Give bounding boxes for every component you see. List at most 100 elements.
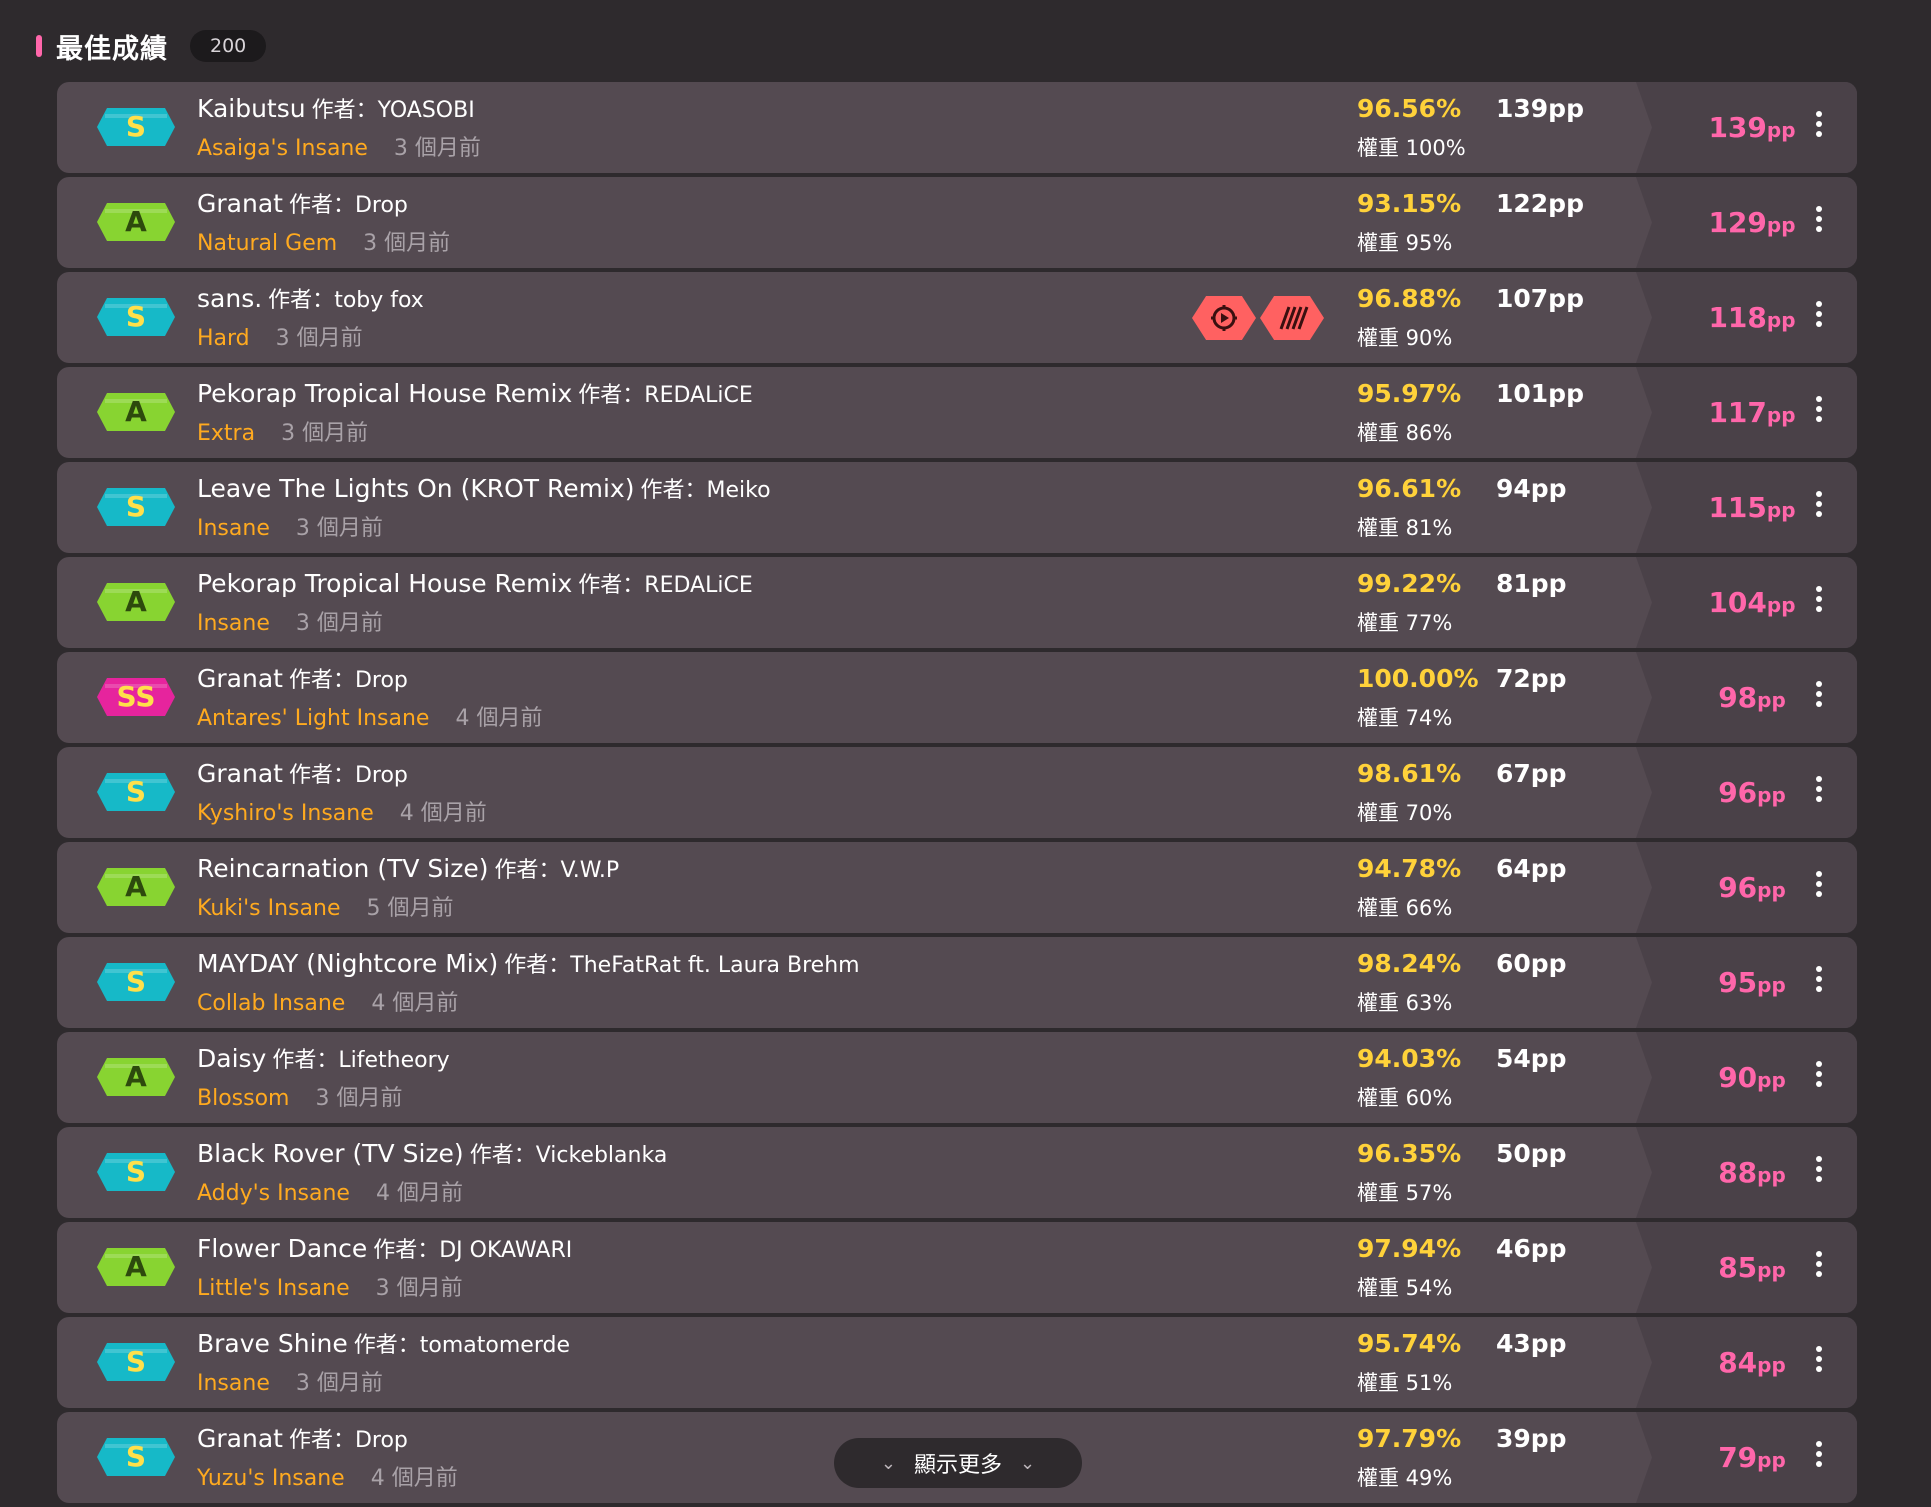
score-row[interactable]: S MAYDAY (Nightcore Mix) 作者：TheFatRat ft. … — [57, 937, 1857, 1028]
score-meta: Extra 3 個月前 — [197, 415, 368, 447]
pp-value: 115pp — [1697, 462, 1807, 553]
song-title-line[interactable]: Granat 作者：Drop — [197, 662, 408, 694]
score-meta: Insane 3 個月前 — [197, 605, 383, 637]
score-row[interactable]: A Reincarnation (TV Size) 作者：V.W.P Kuki's I… — [57, 842, 1857, 933]
difficulty-name: Natural Gem — [197, 231, 338, 256]
pp-number: 129 — [1708, 206, 1767, 239]
score-row[interactable]: Ssans. 作者：toby fox Hard 3 個月前 96.88% 權重 90% 10… — [57, 272, 1857, 363]
raw-pp: 72pp — [1496, 664, 1567, 693]
more-options-icon[interactable] — [1809, 298, 1829, 338]
grade-badge: A — [97, 203, 175, 241]
grade-badge: A — [97, 1248, 175, 1286]
song-title-line[interactable]: Pekorap Tropical House Remix 作者：REDALiCE — [197, 567, 753, 599]
song-artist: Drop — [354, 668, 408, 693]
more-options-icon[interactable] — [1809, 583, 1829, 623]
grade-badge: S — [97, 488, 175, 526]
song-artist: Drop — [354, 1428, 408, 1453]
score-row[interactable]: S Brave Shine 作者：tomatomerde Insane 3 個月前 95.… — [57, 1317, 1857, 1408]
song-title: Granat — [197, 1424, 283, 1453]
more-options-icon[interactable] — [1809, 1058, 1829, 1098]
time-ago: 5 個月前 — [366, 896, 454, 921]
song-title-line[interactable]: Flower Dance 作者：DJ OKAWARI — [197, 1232, 572, 1264]
more-options-icon[interactable] — [1809, 868, 1829, 908]
song-artist: YOASOBI — [377, 98, 475, 123]
song-title-line[interactable]: Granat 作者：Drop — [197, 187, 408, 219]
show-more-label: 顯示更多 — [913, 1453, 1002, 1478]
score-row[interactable]: A Granat 作者：Drop Natural Gem 3 個月前 93.15% 權重 9… — [57, 177, 1857, 268]
score-row[interactable]: SS Granat 作者：Drop Antares' Light Insane 4 個月… — [57, 652, 1857, 743]
song-title-line[interactable]: Granat 作者：Drop — [197, 1422, 408, 1454]
song-artist: Lifetheory — [338, 1048, 450, 1073]
score-row[interactable]: A Daisy 作者：Lifetheory Blossom 3 個月前 94.03% 權重 … — [57, 1032, 1857, 1123]
raw-pp: 60pp — [1496, 949, 1567, 978]
score-meta: Little's Insane 3 個月前 — [197, 1270, 463, 1302]
time-ago: 3 個月前 — [295, 1371, 383, 1396]
more-options-icon[interactable] — [1809, 1248, 1829, 1288]
accuracy: 96.56% — [1357, 94, 1462, 123]
song-title: Kaibutsu — [197, 94, 306, 123]
score-row[interactable]: S Black Rover (TV Size) 作者：Vickeblanka Addy… — [57, 1127, 1857, 1218]
accuracy: 94.78% — [1357, 854, 1462, 883]
raw-pp: 64pp — [1496, 854, 1567, 883]
song-title: Pekorap Tropical House Remix — [197, 379, 573, 408]
more-options-icon[interactable] — [1809, 963, 1829, 1003]
song-title-line[interactable]: Daisy 作者：Lifetheory — [197, 1042, 450, 1074]
pp-value: 96pp — [1697, 747, 1807, 838]
song-title: Daisy — [197, 1044, 267, 1073]
score-meta: Collab Insane 4 個月前 — [197, 985, 458, 1017]
pp-unit: pp — [1757, 1353, 1786, 1377]
time-ago: 3 個月前 — [315, 1086, 403, 1111]
pp-value: 84pp — [1697, 1317, 1807, 1408]
time-ago: 3 個月前 — [375, 1276, 463, 1301]
pp-unit: pp — [1757, 783, 1786, 807]
by-label: 作者： — [578, 383, 645, 408]
pp-value: 118pp — [1697, 272, 1807, 363]
song-title-line[interactable]: MAYDAY (Nightcore Mix) 作者：TheFatRat ft. L… — [197, 947, 860, 979]
weight: 權重 90% — [1357, 326, 1453, 350]
raw-pp: 81pp — [1496, 569, 1567, 598]
by-label: 作者： — [288, 1428, 355, 1453]
song-title-line[interactable]: sans. 作者：toby fox — [197, 282, 424, 314]
more-options-icon[interactable] — [1809, 1343, 1829, 1383]
song-title: Flower Dance — [197, 1234, 368, 1263]
score-row[interactable]: S Kaibutsu 作者：YOASOBI Asaiga's Insane 3 個月前 9… — [57, 82, 1857, 173]
weight: 權重 63% — [1357, 991, 1453, 1015]
more-options-icon[interactable] — [1809, 108, 1829, 148]
song-title-line[interactable]: Leave The Lights On (KROT Remix) 作者：Meiko — [197, 472, 771, 504]
song-title: Pekorap Tropical House Remix — [197, 569, 573, 598]
time-ago: 4 個月前 — [370, 1466, 458, 1491]
song-title-line[interactable]: Black Rover (TV Size) 作者：Vickeblanka — [197, 1137, 667, 1169]
show-more-button[interactable]: ⌄ 顯示更多 ⌄ — [834, 1438, 1082, 1488]
more-options-icon[interactable] — [1809, 1153, 1829, 1193]
more-options-icon[interactable] — [1809, 678, 1829, 718]
more-options-icon[interactable] — [1809, 393, 1829, 433]
pp-number: 96 — [1718, 776, 1758, 809]
song-title-line[interactable]: Kaibutsu 作者：YOASOBI — [197, 92, 475, 124]
score-count-badge: 200 — [190, 30, 267, 62]
score-row[interactable]: A Flower Dance 作者：DJ OKAWARI Little's Insan… — [57, 1222, 1857, 1313]
score-row[interactable]: A Pekorap Tropical House Remix 作者：REDALiCE… — [57, 367, 1857, 458]
accuracy: 96.61% — [1357, 474, 1462, 503]
pp-unit: pp — [1766, 118, 1796, 142]
difficulty-name: Hard — [197, 326, 250, 351]
difficulty-name: Insane — [197, 516, 270, 541]
song-title-line[interactable]: Pekorap Tropical House Remix 作者：REDALiCE — [197, 377, 753, 409]
accuracy: 99.22% — [1357, 569, 1462, 598]
song-title-line[interactable]: Granat 作者：Drop — [197, 757, 408, 789]
score-row[interactable]: S Leave The Lights On (KROT Remix) 作者：Meik… — [57, 462, 1857, 553]
song-title: MAYDAY (Nightcore Mix) — [197, 949, 499, 978]
score-row[interactable]: A Pekorap Tropical House Remix 作者：REDALiCE… — [57, 557, 1857, 648]
song-title-line[interactable]: Brave Shine 作者：tomatomerde — [197, 1327, 570, 1359]
more-options-icon[interactable] — [1809, 773, 1829, 813]
more-options-icon[interactable] — [1809, 203, 1829, 243]
more-options-icon[interactable] — [1809, 1438, 1829, 1478]
weight: 權重 81% — [1357, 516, 1453, 540]
song-title-line[interactable]: Reincarnation (TV Size) 作者：V.W.P — [197, 852, 619, 884]
score-meta: Kuki's Insane 5 個月前 — [197, 890, 453, 922]
difficulty-name: Collab Insane — [197, 991, 346, 1016]
score-row[interactable]: S Granat 作者：Drop Kyshiro's Insane 4 個月前 98.61… — [57, 747, 1857, 838]
pp-number: 118 — [1708, 301, 1767, 334]
more-options-icon[interactable] — [1809, 488, 1829, 528]
time-ago: 3 個月前 — [393, 136, 481, 161]
grade-badge: A — [97, 868, 175, 906]
